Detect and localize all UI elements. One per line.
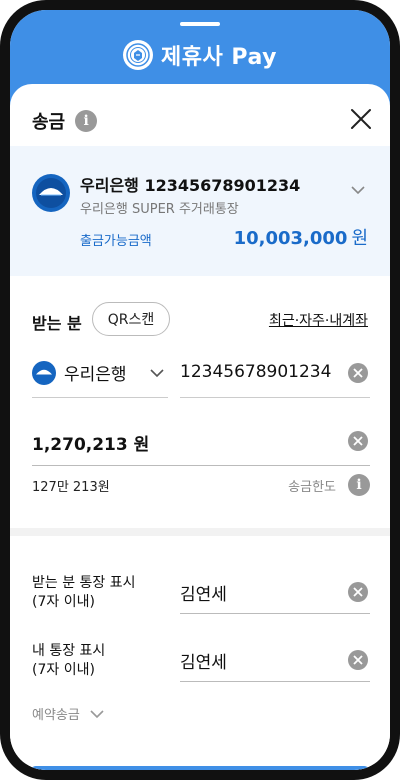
university-seal-icon [123, 40, 154, 70]
receiver-display-label-line1: 받는 분 통장 표시 [32, 575, 136, 591]
transfer-limit-label[interactable]: 송금한도 [288, 476, 336, 495]
woori-bank-logo-icon [32, 174, 70, 212]
amount-field[interactable]: 1,270,213 원 [32, 416, 370, 466]
available-label: 출금가능금액 [80, 234, 152, 249]
available-amount-value: 10,003,000 [233, 228, 348, 249]
recent-frequent-my-accounts-link[interactable]: 최근·자주·내계좌 [269, 310, 368, 330]
receiver-account-value[interactable]: 12345678901234 [180, 362, 331, 382]
scheduled-transfer-label: 예약송금 [32, 708, 80, 723]
page-title-row: 송금 i [32, 108, 98, 134]
my-display-label-line2: (7자 이내) [32, 662, 95, 678]
close-button[interactable] [350, 108, 372, 130]
woori-bank-logo-icon [32, 360, 56, 385]
amount-in-words: 127만 213원 [32, 480, 110, 495]
chevron-down-icon [150, 368, 164, 377]
close-icon [351, 109, 371, 129]
scheduled-transfer-toggle[interactable]: 예약송금 [32, 704, 104, 723]
receiver-display-field[interactable]: 김연세 [180, 570, 370, 614]
currency-unit: 원 [351, 228, 368, 249]
clear-icon[interactable] [348, 650, 368, 670]
clear-icon[interactable] [348, 582, 368, 602]
section-divider [10, 528, 390, 536]
screen: 제휴사 Pay 송금 i 우리은행 12345678901234 우리은행 SU… [10, 10, 390, 770]
brand-title: 제휴사 Pay [161, 45, 277, 70]
my-display-label-line1: 내 통장 표시 [32, 643, 106, 659]
chevron-down-icon [90, 709, 104, 718]
submit-button-peek[interactable] [30, 766, 370, 770]
sheet-grabber[interactable] [180, 22, 220, 26]
from-account-type: 우리은행 SUPER 주거래통장 [80, 202, 239, 217]
bank-name: 우리은행 [64, 365, 127, 385]
receiver-account-field[interactable]: 12345678901234 [180, 348, 370, 398]
from-account-number: 우리은행 12345678901234 [80, 176, 301, 195]
receiver-display-value[interactable]: 김연세 [180, 580, 227, 605]
receiver-display-label: 받는 분 통장 표시 (7자 이내) [32, 574, 136, 612]
transfer-sheet: 송금 i 우리은행 12345678901234 우리은행 SUPER 주거래통… [10, 84, 390, 770]
page-title: 송금 [32, 112, 66, 133]
from-account-card[interactable]: 우리은행 12345678901234 우리은행 SUPER 주거래통장 출금가… [10, 146, 390, 276]
my-display-value[interactable]: 김연세 [180, 648, 227, 673]
device-frame: 제휴사 Pay 송금 i 우리은행 12345678901234 우리은행 SU… [0, 0, 400, 780]
qr-scan-button[interactable]: QR스캔 [92, 302, 170, 336]
bank-select[interactable]: 우리은행 [32, 348, 168, 398]
my-display-field[interactable]: 김연세 [180, 638, 370, 682]
receiver-display-label-line2: (7자 이내) [32, 594, 95, 610]
info-icon[interactable]: i [75, 110, 98, 132]
info-icon[interactable]: i [348, 474, 370, 496]
amount-value[interactable]: 1,270,213 원 [32, 430, 149, 455]
brand: 제휴사 Pay [10, 40, 390, 70]
chevron-down-icon[interactable] [350, 184, 366, 196]
my-display-label: 내 통장 표시 (7자 이내) [32, 642, 105, 680]
receiver-label: 받는 분 [32, 314, 82, 333]
clear-icon[interactable] [348, 363, 368, 383]
clear-icon[interactable] [348, 431, 368, 451]
available-amount: 10,003,000 원 [234, 224, 368, 250]
